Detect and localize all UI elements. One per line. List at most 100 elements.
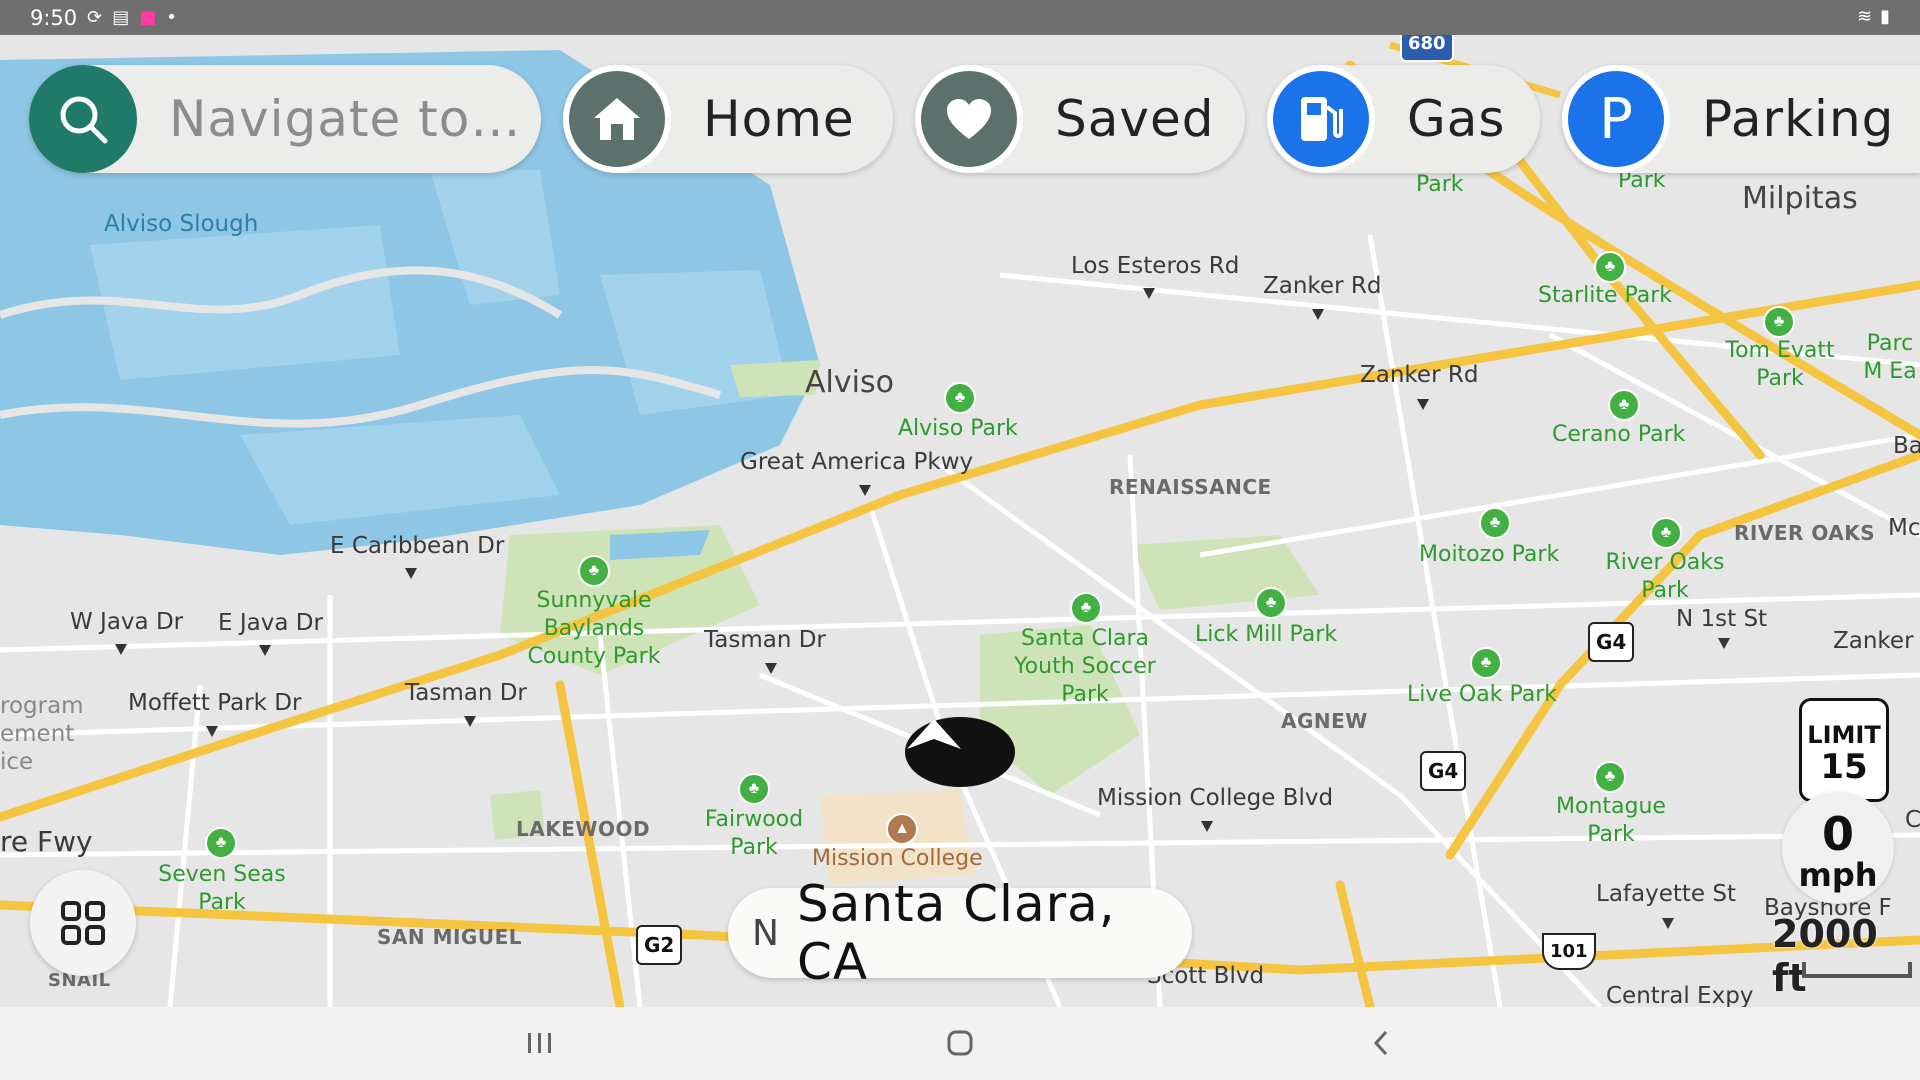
neighborhood-river-oaks: RIVER OAKS <box>1734 521 1876 545</box>
park-label-river-oaks: River Oaks Park <box>1605 550 1725 603</box>
street-moffett-park: Moffett Park Dr <box>128 690 302 716</box>
speed-limit-title: LIMIT <box>1807 721 1881 749</box>
route-shield-g2: G2 <box>636 925 683 965</box>
saved-button[interactable]: Saved <box>915 65 1245 173</box>
apps-grid-button[interactable] <box>30 870 136 976</box>
street-marker <box>859 485 871 496</box>
street-e-caribbean: E Caribbean Dr <box>330 533 505 559</box>
home-nav-button[interactable] <box>930 1023 990 1063</box>
parking-button[interactable]: P Parking <box>1562 65 1920 173</box>
street-los-esteros: Los Esteros Rd <box>1071 253 1240 279</box>
label-ement: ement <box>0 721 75 747</box>
speed-limit-value: 15 <box>1820 747 1868 787</box>
shop-icon: ■ <box>139 7 157 28</box>
park-label-seven-seas: Seven Seas Park <box>158 862 286 915</box>
park-icon: ♣ <box>1594 251 1626 283</box>
park-icon: ♣ <box>1594 761 1626 793</box>
park-icon: ♣ <box>1255 587 1287 619</box>
street-fwy: re Fwy <box>0 825 93 858</box>
park-label-santa-clara-youth: Santa Clara Youth Soccer Park <box>1014 626 1156 707</box>
current-location-pill[interactable]: N Santa Clara, CA <box>728 875 1192 991</box>
news-icon: ▤ <box>112 7 130 28</box>
street-n-1st: N 1st St <box>1676 606 1768 632</box>
park-label-starlite: Starlite Park <box>1538 283 1673 308</box>
back-button[interactable] <box>1351 1023 1411 1063</box>
street-zanker-3: Zanker R <box>1833 628 1920 654</box>
grid-icon <box>61 901 105 945</box>
street-marker <box>1417 399 1429 410</box>
home-button[interactable]: Home <box>563 65 893 173</box>
street-lafayette: Lafayette St <box>1596 881 1736 907</box>
map-canvas[interactable]: Milpitas Alviso Alviso Slough RENAISSANC… <box>0 35 1920 1007</box>
street-central-expy: Central Expy <box>1606 983 1754 1007</box>
park-label-lick-mill: Lick Mill Park <box>1195 622 1338 647</box>
city-label-alviso: Alviso <box>805 365 894 400</box>
map-scale-bar <box>1802 962 1912 978</box>
gas-pump-icon <box>1267 65 1375 173</box>
street-tasman-2: Tasman Dr <box>405 680 527 706</box>
current-speed-value: 0 <box>1821 807 1854 861</box>
label-program: rogram <box>0 693 84 719</box>
search-bar[interactable]: Navigate to… <box>29 65 541 173</box>
label-c: C <box>1905 807 1920 833</box>
park-icon: ♣ <box>1470 647 1502 679</box>
current-location-arrow-icon <box>905 717 1015 787</box>
heart-icon <box>915 65 1023 173</box>
neighborhood-renaissance: RENAISSANCE <box>1109 475 1272 499</box>
recent-apps-icon <box>528 1033 551 1053</box>
street-marker <box>1718 638 1730 649</box>
street-w-java: W Java Dr <box>70 609 184 635</box>
recent-apps-button[interactable] <box>510 1023 570 1063</box>
water-label-alviso-slough: Alviso Slough <box>104 211 259 237</box>
status-bar: 9:50 ⟳ ▤ ■ • ≋ ▮ <box>0 0 1920 35</box>
street-marker <box>259 645 271 656</box>
label-ice: ice <box>0 749 34 775</box>
parking-icon: P <box>1562 65 1670 173</box>
street-great-america: Great America Pkwy <box>740 449 974 475</box>
saved-label: Saved <box>1055 90 1215 148</box>
back-icon <box>1373 1030 1388 1056</box>
park-icon: ♣ <box>944 382 976 414</box>
search-placeholder[interactable]: Navigate to… <box>169 90 521 148</box>
street-marker <box>765 663 777 674</box>
street-marker <box>464 716 476 727</box>
compass-heading: N <box>752 912 779 954</box>
wifi-icon: ≋ <box>1857 6 1873 27</box>
status-time: 9:50 <box>30 5 78 30</box>
gas-button[interactable]: Gas <box>1267 65 1540 173</box>
park-label-parc: Parc M Ea <box>1863 331 1917 384</box>
dot-icon: • <box>166 7 177 28</box>
park-icon: ♣ <box>1070 592 1102 624</box>
street-zanker-1: Zanker Rd <box>1263 273 1382 299</box>
park-label-moitozo: Moitozo Park <box>1419 542 1560 567</box>
street-marker <box>1662 918 1674 929</box>
street-zanker-2: Zanker Rd <box>1360 362 1479 388</box>
map-scale-label: 2000 ft <box>1772 912 1878 1000</box>
street-marker <box>1201 821 1213 832</box>
parking-label: Parking <box>1702 90 1895 148</box>
neighborhood-agnew: AGNEW <box>1281 709 1368 733</box>
search-icon[interactable] <box>29 65 137 173</box>
current-speed: 0 mph <box>1782 792 1894 904</box>
park-icon: ♣ <box>1650 517 1682 549</box>
gas-label: Gas <box>1407 90 1506 148</box>
school-icon: ▲ <box>886 813 918 845</box>
park-label-live-oak: Live Oak Park <box>1407 682 1557 707</box>
route-shield-g4-b: G4 <box>1420 751 1467 791</box>
park-icon: ♣ <box>1479 507 1511 539</box>
street-marker <box>206 726 218 737</box>
park-label-montague: Montague Park <box>1556 794 1666 847</box>
current-location-label: Santa Clara, CA <box>796 875 1116 991</box>
label-mc: Mc <box>1888 515 1920 541</box>
poi-mission-college: Mission College <box>812 846 983 871</box>
system-nav-bar <box>0 1007 1920 1080</box>
neighborhood-san-miguel: SAN MIGUEL <box>377 925 522 949</box>
home-label: Home <box>703 90 855 148</box>
park-icon: ♣ <box>738 773 770 805</box>
street-marker <box>115 644 127 655</box>
street-marker <box>1312 309 1324 320</box>
park-icon: ♣ <box>205 827 237 859</box>
street-mission-college-blvd: Mission College Blvd <box>1097 785 1334 811</box>
route-shield-101: 101 <box>1542 933 1596 970</box>
park-label-fairwood: Fairwood Park <box>704 807 804 860</box>
